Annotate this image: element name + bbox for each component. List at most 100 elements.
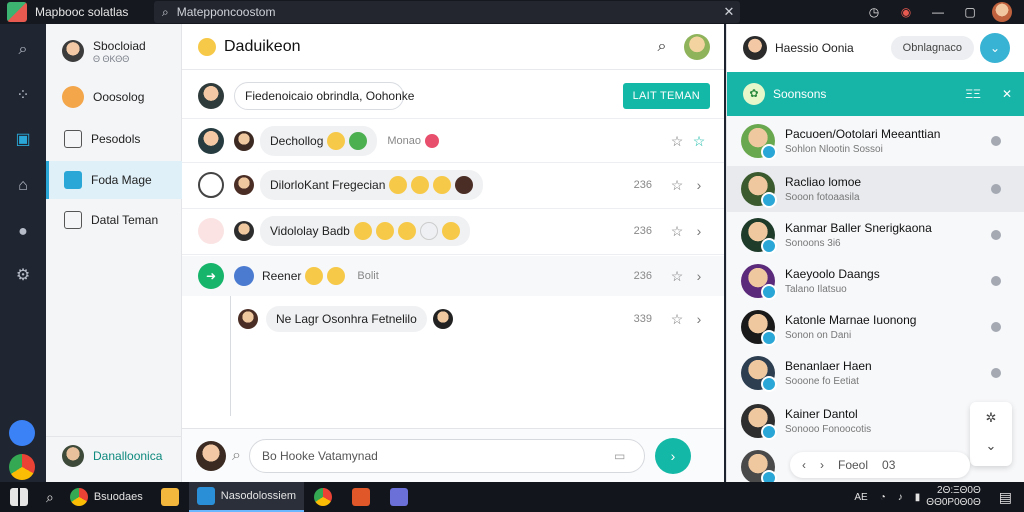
star-filled-icon[interactable]: ☆ <box>688 133 710 150</box>
profile-status: Θ ΘΚΘΘ <box>93 53 130 64</box>
search-icon[interactable]: ⌕ <box>46 489 54 506</box>
sidebar-profile[interactable]: Sbocloiad Θ ΘΚΘΘ <box>46 32 182 70</box>
reply-icon[interactable]: › <box>688 268 710 284</box>
contact-name: Racliao lomoe <box>785 175 862 189</box>
app-shortcut-icon[interactable] <box>9 420 35 446</box>
close-icon[interactable]: ✕ <box>990 87 1024 101</box>
contact-sub: Sohlon Nlootin Sossoi <box>785 144 883 155</box>
maximize-icon[interactable]: ▢ <box>954 5 986 19</box>
thread-reply-row[interactable]: Ne Lagr Osonhra Fetnelilo 339 ☆ › <box>182 300 724 338</box>
send-button[interactable]: › <box>654 437 691 474</box>
app-logo-icon <box>7 2 27 22</box>
settings-icon[interactable]: ✲ <box>970 410 1012 426</box>
settings-icon[interactable]: ⚙ <box>11 264 35 288</box>
quick-message-input[interactable]: Fiedenoicaio obrindla, Oohonke <box>234 82 414 110</box>
sidebar-item-label: Ooosolog <box>93 90 145 104</box>
profile-icon[interactable]: ● <box>11 220 35 244</box>
message-row[interactable]: DilorloKant Fregecian 236 ☆ › <box>182 166 724 204</box>
my-avatar <box>196 440 226 471</box>
message-bubble: Vidololay Badb <box>260 216 470 246</box>
volume-icon[interactable]: ♪ <box>898 492 903 503</box>
start-icon[interactable] <box>10 488 28 506</box>
contact-item[interactable]: Kaeyoolo Daangs Talano Ilatsuo <box>727 258 1024 304</box>
minimize-icon[interactable]: — <box>922 5 954 19</box>
messenger-icon <box>196 487 215 505</box>
message-time: 236 <box>633 270 652 282</box>
star-icon[interactable]: ☆ <box>666 311 688 328</box>
reply-icon[interactable]: › <box>688 177 710 193</box>
contact-item[interactable]: Racliao lomoe Sooon fotoaasila <box>727 166 1024 212</box>
battery-icon[interactable]: ▮ <box>915 492 921 503</box>
language-indicator[interactable]: AE <box>854 492 867 503</box>
chevron-down-icon[interactable]: ⌄ <box>970 438 1012 454</box>
header-avatar[interactable] <box>684 33 710 60</box>
search-bar[interactable]: ⌕ Matepponcoostom ✕ <box>154 1 740 23</box>
sidebar-item-foda-mage[interactable]: Foda Mage <box>46 161 182 199</box>
notifications-icon[interactable]: ▤ <box>999 489 1012 506</box>
folder-icon[interactable] <box>160 488 179 506</box>
contact-item[interactable]: Benanlaer Haen Sooone fo Eetiat <box>727 350 1024 396</box>
message-text: Reener <box>262 269 302 283</box>
star-icon[interactable]: ☆ <box>666 177 688 194</box>
app-icon[interactable] <box>351 488 370 506</box>
contact-item[interactable]: Katonle Marnae Iuonong Sonon on Dani <box>727 304 1024 350</box>
chat-header: Daduikeon ⌕ <box>182 24 724 70</box>
app-icon[interactable] <box>389 488 408 506</box>
reply-icon[interactable]: › <box>688 223 710 239</box>
search-icon[interactable]: ⌕ <box>650 38 674 56</box>
next-page-icon[interactable]: › <box>820 458 824 472</box>
sidebar-item-ooosolog[interactable]: Ooosolog <box>46 78 182 116</box>
dropdown-button[interactable]: ⌄ <box>980 33 1010 63</box>
apps-icon[interactable]: ⁘ <box>11 84 35 108</box>
search-icon[interactable]: ⌕ <box>11 38 35 62</box>
add-friend-button[interactable]: LAIT TEMAN <box>622 83 710 109</box>
message-row[interactable]: Dechollog Monao ☆ ☆ <box>182 122 724 160</box>
avatar <box>198 218 224 244</box>
message-text: Ne Lagr Osonhra Fetnelilo <box>276 312 417 326</box>
home-icon[interactable]: ⌂ <box>11 174 35 198</box>
message-row[interactable]: ➜ Reener Bolit 236 ☆ › <box>182 256 724 296</box>
chrome-icon[interactable] <box>313 488 332 506</box>
list-icon <box>64 130 82 148</box>
contact-avatar <box>741 310 777 346</box>
message-bubble: Reener Bolit <box>262 267 379 285</box>
clock-icon[interactable]: ◷ <box>858 5 890 19</box>
record-icon[interactable]: ◉ <box>890 5 922 19</box>
message-input[interactable]: Bo Hooke Vatamynad ▭ <box>248 438 645 473</box>
profile-name: Sbocloiad <box>93 38 146 53</box>
sidebar-item-datal-teman[interactable]: Datal Teman <box>46 201 182 239</box>
taskbar-app-messenger[interactable]: Nasodolossiem <box>188 482 304 512</box>
taskbar: ⌕ Bsuodaes Nasodolossiem AE ◔ ♪ ▮ 2Θ:ΞΘ0… <box>0 482 1024 512</box>
contact-item[interactable]: Pacuoen/Ootolari Meeanttian Sohlon Nlooti… <box>727 118 1024 164</box>
user-avatar[interactable] <box>992 2 1012 22</box>
contact-item[interactable]: Kanmar Baller Snerigkaona Sonoons 3i6 <box>727 212 1024 258</box>
grid-icon[interactable]: ΞΞ <box>956 87 990 101</box>
search-icon: ⌕ <box>162 4 169 19</box>
contact-avatar <box>741 356 777 392</box>
clock[interactable]: 2Θ:ΞΘ0Θ ΘΘ0Ρ0Θ0Θ <box>926 485 980 509</box>
star-icon[interactable]: ☆ <box>666 133 688 150</box>
contact-sub: Sonoons 3i6 <box>785 238 841 249</box>
taskbar-app-browser[interactable]: Bsuodaes <box>62 482 151 512</box>
keyboard-icon[interactable]: ▭ <box>614 449 644 463</box>
reply-icon[interactable]: › <box>688 311 710 327</box>
prev-page-icon[interactable]: ‹ <box>802 458 806 472</box>
network-icon[interactable]: ◔ <box>880 492 886 503</box>
contacts-icon[interactable]: ▣ <box>11 128 35 152</box>
sessions-banner[interactable]: ✿ Soonsons ΞΞ ✕ <box>727 72 1024 116</box>
profile-avatar <box>62 40 84 62</box>
search-icon[interactable]: ⌕ <box>232 447 241 465</box>
star-icon[interactable]: ☆ <box>666 268 688 285</box>
sidebar-item-pesodols[interactable]: Pesodols <box>46 120 182 158</box>
clear-search-icon[interactable]: ✕ <box>718 4 740 20</box>
contact-sub: Sooon fotoaasila <box>785 192 860 203</box>
avatar <box>234 175 254 195</box>
search-input[interactable]: Matepponcoostom <box>177 5 718 19</box>
message-row[interactable]: Vidololay Badb 236 ☆ › <box>182 212 724 250</box>
sidebar-footer-user[interactable]: Danalloonica <box>46 436 182 474</box>
contact-name: Benanlaer Haen <box>785 359 872 373</box>
browser-icon[interactable] <box>9 454 35 480</box>
status-dot <box>991 368 1001 378</box>
star-icon[interactable]: ☆ <box>666 223 688 240</box>
status-chip[interactable]: Obnlagnaco <box>890 36 974 60</box>
